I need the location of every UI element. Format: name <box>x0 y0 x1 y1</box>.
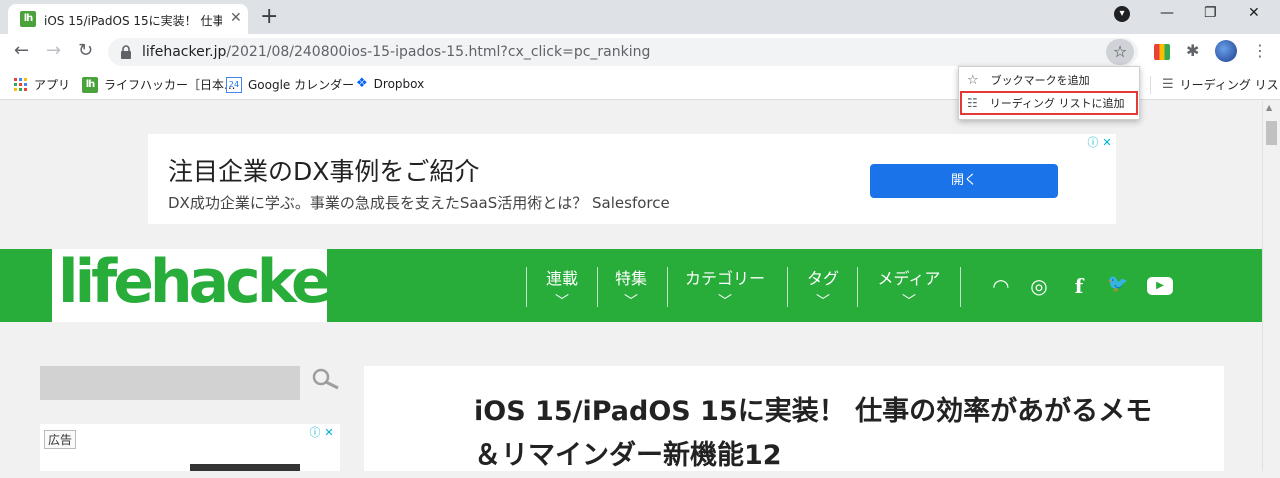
close-window-button[interactable]: ✕ <box>1248 5 1260 21</box>
more-menu-icon[interactable]: ⋮ <box>1252 41 1268 60</box>
profile-menu-icon[interactable]: ▾ <box>1114 6 1130 22</box>
site-search-input[interactable] <box>40 366 300 400</box>
twitter-icon[interactable]: 🐦 <box>1107 274 1129 294</box>
nav-divider <box>960 267 961 307</box>
extensions-puzzle-icon[interactable]: ✱ <box>1186 41 1199 60</box>
nav-label: カテゴリー <box>684 269 765 288</box>
bookmark-apps[interactable]: アプリ <box>14 76 70 93</box>
avatar[interactable] <box>1215 40 1237 62</box>
facebook-icon[interactable]: f <box>1068 274 1090 298</box>
forward-button[interactable]: → <box>46 40 61 61</box>
article-title[interactable]: iOS 15/iPadOS 15に実装！ 仕事の効率があがるメモ＆リマインダー新… <box>474 390 1174 478</box>
instagram-icon[interactable]: ◎ <box>1028 274 1050 298</box>
url-text[interactable]: lifehacker.jp/2021/08/240800ios-15-ipado… <box>142 44 650 60</box>
nav-divider <box>526 267 527 307</box>
ad-image <box>190 464 300 471</box>
ad-close-icon[interactable]: ✕ <box>1100 136 1114 150</box>
extension-icon[interactable] <box>1154 44 1170 60</box>
menu-item-add-bookmark[interactable]: ☆ ブックマークを追加 <box>959 69 1139 91</box>
bookmark-google-calendar[interactable]: 24 Google カレンダー <box>226 76 354 93</box>
chevron-down-icon: ﹀ <box>902 294 916 310</box>
ad-label: 広告 <box>44 430 77 449</box>
nav-label: メディア <box>877 269 941 288</box>
minimize-button[interactable]: — <box>1160 5 1174 21</box>
reading-list-label: リーディング リスト <box>1179 78 1280 92</box>
bookmark-lifehacker[interactable]: lh ライフハッカー［日本... <box>82 76 235 93</box>
browser-toolbar: ← → ↻ lifehacker.jp/2021/08/240800ios-15… <box>0 34 1280 70</box>
nav-item-features[interactable]: 特集 ﹀ <box>601 265 661 311</box>
star-icon: ☆ <box>967 72 979 88</box>
nav-item-media[interactable]: メディア ﹀ <box>867 265 951 311</box>
chevron-down-icon: ﹀ <box>816 294 830 310</box>
bookmark-label: Dropbox <box>373 76 425 91</box>
chevron-down-icon: ﹀ <box>624 294 638 310</box>
youtube-icon[interactable]: ▶ <box>1147 277 1173 295</box>
lock-icon <box>121 45 131 59</box>
sidebar-ad[interactable]: 広告 ⓘ ✕ <box>40 424 340 471</box>
article-card: iOS 15/iPadOS 15に実装！ 仕事の効率があがるメモ＆リマインダー新… <box>364 366 1224 471</box>
tab-title: iOS 15/iPadOS 15に実装！ 仕事の効 <box>44 14 222 28</box>
header-band-left <box>0 249 40 322</box>
ad-subtitle: DX成功企業に学ぶ。事業の急成長を支えたSaaS活用術とは？ Salesforc… <box>168 194 670 212</box>
new-tab-button[interactable]: + <box>260 4 278 30</box>
reload-button[interactable]: ↻ <box>78 40 93 61</box>
dropbox-icon: ❖ <box>356 76 368 91</box>
nav-divider <box>787 267 788 307</box>
lifehacker-favicon-icon: lh <box>82 76 98 93</box>
reading-list-icon: ☰ <box>1162 77 1174 92</box>
highlight-box <box>960 91 1138 115</box>
chevron-down-icon: ﹀ <box>555 294 569 310</box>
back-button[interactable]: ← <box>14 40 29 61</box>
nav-label: タグ <box>806 269 839 288</box>
google-calendar-icon: 24 <box>226 76 242 93</box>
nav-label: 連載 <box>545 269 578 288</box>
bookmark-star-icon[interactable]: ☆ <box>1106 39 1134 65</box>
bookmarks-divider <box>1150 76 1151 94</box>
ad-close-icon[interactable]: ✕ <box>322 426 336 440</box>
site-logo[interactable]: lifehacker <box>58 246 357 318</box>
bookmark-label: アプリ <box>34 78 71 92</box>
nav-item-series[interactable]: 連載 ﹀ <box>532 265 592 311</box>
url-path: /2021/08/240800ios-15-ipados-15.html?cx_… <box>226 44 651 60</box>
site-nav: 連載 ﹀ 特集 ﹀ カテゴリー ﹀ タグ ﹀ メディア ﹀ ◠ ◎ f 🐦 ▶ <box>327 249 1262 322</box>
nav-divider <box>857 267 858 307</box>
chevron-down-icon: ﹀ <box>718 294 732 310</box>
ad-info-icon[interactable]: ⓘ <box>1086 136 1100 150</box>
nav-item-tags[interactable]: タグ ﹀ <box>793 265 853 311</box>
ad-open-button[interactable]: 開く <box>870 164 1058 198</box>
url-host: lifehacker.jp <box>142 44 227 60</box>
bookmark-dropbox[interactable]: ❖ Dropbox <box>356 76 424 91</box>
nav-divider <box>667 267 668 307</box>
reading-list-button[interactable]: ☰ リーディング リスト <box>1162 76 1280 93</box>
tab-close-icon[interactable]: ✕ <box>230 10 242 26</box>
nav-item-category[interactable]: カテゴリー ﹀ <box>675 265 775 311</box>
ad-banner[interactable]: 注目企業のDX事例をご紹介 DX成功企業に学ぶ。事業の急成長を支えたSaaS活用… <box>148 134 1116 224</box>
rss-icon[interactable]: ◠ <box>990 274 1012 298</box>
menu-item-label: ブックマークを追加 <box>990 74 1090 87</box>
active-tab[interactable]: lh iOS 15/iPadOS 15に実装！ 仕事の効 ✕ <box>8 4 248 34</box>
address-bar[interactable]: lifehacker.jp/2021/08/240800ios-15-ipado… <box>108 38 1138 66</box>
tab-strip: lh iOS 15/iPadOS 15に実装！ 仕事の効 ✕ + ▾ — ❐ ✕ <box>0 0 1280 34</box>
apps-grid-icon <box>14 77 27 91</box>
nav-label: 特集 <box>614 269 647 288</box>
scrollbar-thumb[interactable] <box>1266 121 1277 145</box>
bookmark-label: Google カレンダー <box>248 78 355 92</box>
search-icon[interactable] <box>312 368 340 392</box>
lifehacker-favicon-icon: lh <box>20 11 36 27</box>
scrollbar[interactable]: ▲ <box>1262 101 1280 471</box>
bookmark-label: ライフハッカー［日本... <box>104 78 236 92</box>
ad-title: 注目企業のDX事例をご紹介 <box>168 157 480 186</box>
maximize-button[interactable]: ❐ <box>1204 5 1217 21</box>
ad-info-icon[interactable]: ⓘ <box>308 426 322 440</box>
bookmark-menu: ☆ ブックマークを追加 ☷ リーディング リストに追加 <box>958 66 1140 120</box>
nav-divider <box>597 267 598 307</box>
